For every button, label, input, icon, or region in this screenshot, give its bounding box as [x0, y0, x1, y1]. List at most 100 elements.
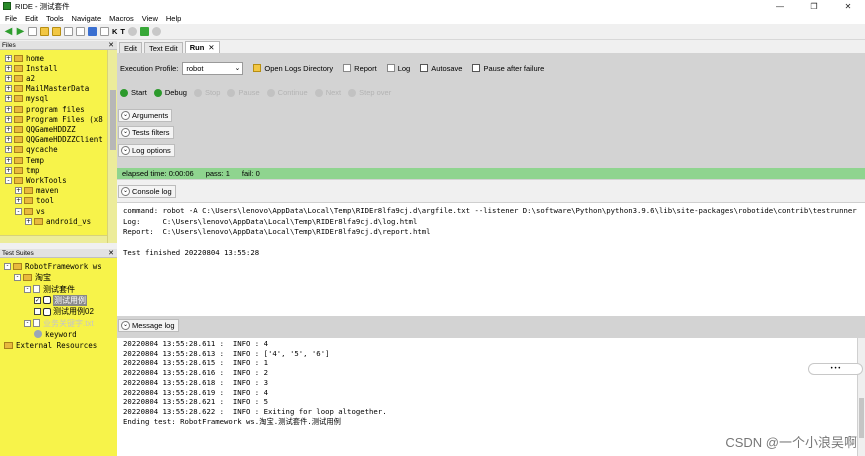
suite-tree-item[interactable]: - 业务关键字.txt [24, 318, 94, 329]
file-tree-item[interactable]: - WorkTools [5, 175, 67, 185]
test-case-checkbox[interactable] [34, 308, 41, 316]
suite-tree-item[interactable]: keyword [34, 329, 77, 340]
collapse-icon[interactable]: - [15, 207, 22, 215]
collapse-icon[interactable]: - [24, 319, 31, 327]
suite-tree-item[interactable]: - 淘宝 [14, 272, 51, 283]
step-over-button[interactable]: Step over [348, 88, 391, 97]
file-tree-item[interactable]: + qycache [5, 145, 58, 155]
maximize-button[interactable]: ❐ [797, 0, 831, 12]
close-tab-icon[interactable]: ✕ [208, 43, 214, 52]
menu-macros[interactable]: Macros [109, 14, 134, 23]
expand-icon[interactable]: + [5, 156, 12, 164]
scrollbar-thumb[interactable] [110, 90, 116, 150]
file-tree-item[interactable]: + QQGameHDDZZ [5, 124, 76, 134]
open-directory-icon[interactable] [52, 27, 61, 36]
file-tree-item[interactable]: + home [5, 53, 44, 63]
continue-button[interactable]: Continue [266, 88, 308, 97]
menu-file[interactable]: File [5, 14, 17, 23]
file-tree-item[interactable]: + mysql [5, 94, 49, 104]
save-icon[interactable] [64, 27, 73, 36]
save-all-icon[interactable] [76, 27, 85, 36]
log-options-toggle[interactable]: ⌄ Log options [118, 144, 175, 157]
file-tree-item[interactable]: - vs [15, 206, 45, 216]
debug-button[interactable]: Debug [153, 88, 187, 97]
back-arrow-icon[interactable]: ◀ [4, 26, 13, 37]
collapse-icon[interactable]: - [4, 263, 11, 270]
file-tree-item[interactable]: + QQGameHDDZZClient [5, 135, 103, 145]
expand-icon[interactable]: + [5, 115, 12, 123]
file-tree-item[interactable]: + MailMasterData [5, 84, 89, 94]
file-tree-item[interactable]: + Program Files (x8 [5, 114, 103, 124]
menu-view[interactable]: View [142, 14, 158, 23]
expand-icon[interactable]: + [15, 187, 22, 195]
file-tree-item[interactable]: + Install [5, 63, 58, 73]
expand-icon[interactable]: + [5, 105, 12, 113]
message-log-scrollbar[interactable] [857, 338, 865, 456]
report-button[interactable]: Report [354, 64, 377, 73]
close-window-button[interactable]: ✕ [831, 0, 865, 12]
tab-run[interactable]: Run ✕ [184, 41, 220, 53]
expand-icon[interactable]: + [5, 85, 12, 93]
open-folder-icon[interactable] [40, 27, 49, 36]
execution-profile-select[interactable]: robot ⌄ [182, 61, 244, 75]
run-icon[interactable] [140, 27, 150, 36]
expand-icon[interactable]: + [25, 217, 32, 225]
stop-icon[interactable] [152, 27, 162, 36]
expand-icon[interactable]: + [15, 197, 22, 205]
collapse-icon[interactable]: - [5, 176, 12, 184]
file-tree-item[interactable]: + Temp [5, 155, 44, 165]
new-file-icon[interactable] [28, 27, 37, 36]
collapse-icon[interactable]: - [14, 274, 21, 282]
autosave-checkbox[interactable] [420, 64, 429, 72]
suite-tree-item[interactable]: - 测试套件 [24, 284, 75, 295]
files-horizontal-scrollbar[interactable] [0, 235, 107, 243]
close-icon[interactable]: ✕ [108, 41, 114, 50]
arguments-toggle[interactable]: ⌄ Arguments [118, 109, 173, 122]
record-icon[interactable] [128, 27, 138, 36]
files-scrollbar[interactable] [107, 50, 117, 243]
pause-button[interactable]: Pause [227, 88, 260, 97]
menu-tools[interactable]: Tools [46, 14, 64, 23]
expand-icon[interactable]: + [5, 166, 12, 174]
open-logs-directory-button[interactable]: Open Logs Directory [264, 64, 333, 73]
expand-icon[interactable]: + [5, 125, 12, 133]
file-tree-item[interactable]: + android_vs [25, 216, 91, 226]
search-icon[interactable] [88, 27, 97, 36]
expand-icon[interactable]: + [5, 64, 12, 72]
keyword-search-icon[interactable] [100, 27, 109, 36]
scrollbar-thumb[interactable] [859, 398, 864, 438]
file-tree-item[interactable]: + tmp [5, 165, 40, 175]
menu-navigate[interactable]: Navigate [72, 14, 102, 23]
log-button[interactable]: Log [398, 64, 411, 73]
suite-tree-item[interactable]: - RobotFramework ws [4, 261, 102, 272]
t-button[interactable]: T [120, 27, 125, 36]
pause-after-failure-checkbox[interactable] [472, 64, 481, 72]
start-button[interactable]: Start [120, 88, 147, 97]
message-log-toggle[interactable]: ⌄ Message log [118, 319, 179, 332]
collapse-icon[interactable]: - [24, 285, 31, 293]
expand-icon[interactable]: + [5, 95, 12, 103]
expand-icon[interactable]: + [5, 74, 12, 82]
console-log-output[interactable]: command: robot -A C:\Users\lenovo\AppDat… [117, 202, 865, 316]
close-icon[interactable]: ✕ [108, 249, 114, 258]
file-tree-item[interactable]: + tool [15, 196, 54, 206]
expand-icon[interactable]: + [5, 146, 12, 154]
suite-tree-item[interactable]: 测试用例02 [34, 306, 94, 317]
menu-edit[interactable]: Edit [25, 14, 38, 23]
menu-help[interactable]: Help [166, 14, 181, 23]
file-tree-item[interactable]: + a2 [5, 73, 35, 83]
test-case-checkbox[interactable]: ✓ [34, 296, 41, 304]
expand-icon[interactable]: + [5, 136, 12, 144]
file-tree-item[interactable]: + program files [5, 104, 85, 114]
suite-tree-item[interactable]: ✓ 测试用例 [34, 294, 87, 306]
forward-arrow-icon[interactable]: ▶ [16, 26, 25, 37]
expand-icon[interactable]: + [5, 54, 12, 62]
file-tree-item[interactable]: + maven [15, 186, 59, 196]
tab-edit[interactable]: Edit [119, 42, 142, 53]
floating-widget[interactable]: • • • [808, 363, 863, 375]
stop-button[interactable]: Stop [193, 88, 220, 97]
tab-text-edit[interactable]: Text Edit [143, 42, 183, 53]
next-button[interactable]: Next [314, 88, 341, 97]
k-button[interactable]: K [112, 27, 117, 36]
console-log-toggle[interactable]: ⌄ Console log [118, 185, 176, 198]
